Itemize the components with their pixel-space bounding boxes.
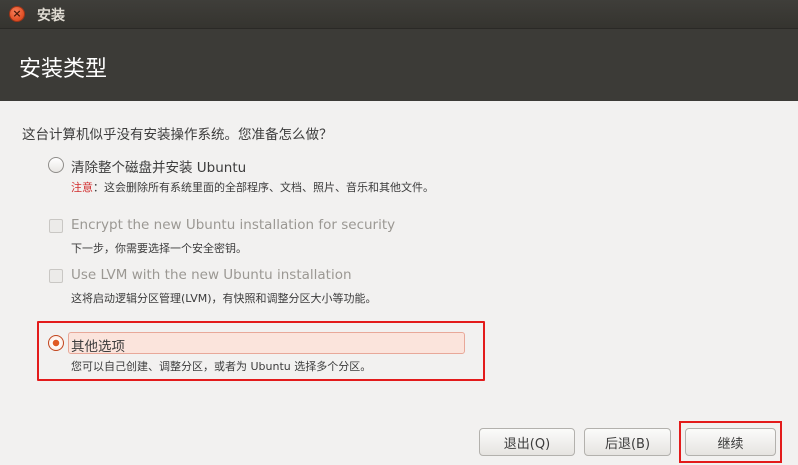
close-icon[interactable]: × xyxy=(9,6,25,22)
quit-button[interactable]: 退出(Q) xyxy=(479,428,575,456)
back-button[interactable]: 后退(B) xyxy=(584,428,671,456)
encrypt-checkbox[interactable] xyxy=(49,219,63,233)
lvm-label[interactable]: Use LVM with the new Ubuntu installation xyxy=(71,267,352,283)
erase-disk-radio[interactable] xyxy=(48,157,64,173)
erase-disk-warning: 注意：这会删除所有系统里面的全部程序、文档、照片、音乐和其他文件。 xyxy=(71,179,434,195)
warning-text: ：这会删除所有系统里面的全部程序、文档、照片、音乐和其他文件。 xyxy=(93,181,434,194)
page-title: 安装类型 xyxy=(19,57,108,82)
encrypt-label[interactable]: Encrypt the new Ubuntu installation for … xyxy=(71,217,395,233)
other-option-highlight xyxy=(37,321,485,381)
continue-highlight xyxy=(679,421,782,463)
encrypt-description: 下一步，你需要选择一个安全密钥。 xyxy=(71,242,247,255)
lvm-description: 这将启动逻辑分区管理(LVM)，有快照和调整分区大小等功能。 xyxy=(71,292,377,305)
window-titlebar: × 安装 xyxy=(0,0,798,28)
erase-disk-label[interactable]: 清除整个磁盘并安装 Ubuntu xyxy=(71,156,246,176)
window-title: 安装 xyxy=(37,8,65,24)
warning-label: 注意 xyxy=(71,181,93,194)
install-question: 这台计算机似乎没有安装操作系统。您准备怎么做？ xyxy=(22,127,333,143)
page-header: 安装类型 xyxy=(0,28,798,101)
lvm-checkbox[interactable] xyxy=(49,269,63,283)
